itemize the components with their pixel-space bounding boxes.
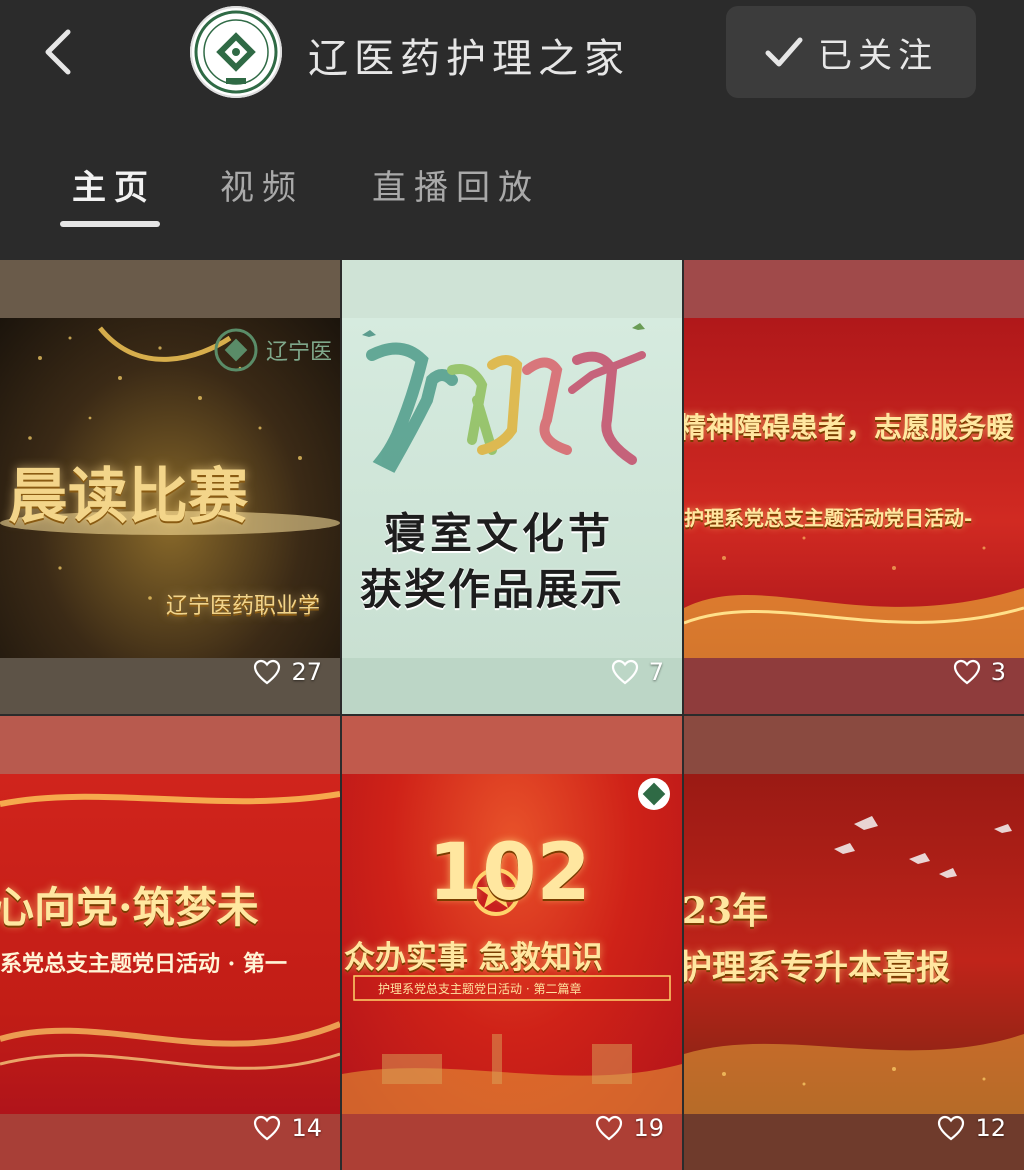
chevron-left-icon (45, 29, 71, 75)
video-tile[interactable]: 102 众办实事 急救知识 护理系党总支主题党日活动 · 第二篇章 19 (342, 716, 682, 1170)
like-count: 19 (595, 1114, 664, 1142)
back-button[interactable] (34, 22, 94, 82)
video-tile[interactable]: 精神障碍患者，志愿服务暖 护理系党总支主题活动党日活动- 3 (684, 260, 1024, 714)
like-count: 27 (253, 658, 322, 686)
poster-subtitle: 获奖作品展示 (360, 565, 625, 614)
heart-icon (254, 659, 281, 685)
like-count-value: 14 (291, 1114, 322, 1142)
poster-title: 护理系专升本喜报 (684, 948, 950, 988)
video-tile[interactable]: 寝室文化节 获奖作品展示 7 (342, 260, 682, 714)
like-count: 14 (253, 1114, 322, 1142)
tab-home[interactable]: 主页 (72, 160, 156, 209)
video-grid: 辽宁医 晨读比赛 辽宁医药职业学 27 寝室文化节 获奖作品展示 7 精神障碍患… (0, 260, 1024, 1170)
heart-icon (938, 1115, 965, 1141)
like-count: 3 (953, 658, 1006, 686)
heart-icon (254, 1115, 281, 1141)
video-tile[interactable]: 23年 护理系专升本喜报 12 (684, 716, 1024, 1170)
poster-subtitle: 系党总支主题党日活动 · 第一 (0, 951, 287, 977)
like-count-value: 27 (291, 658, 322, 686)
account-name: 辽医药护理之家 (308, 36, 630, 82)
poster-year: 23年 (684, 890, 769, 932)
active-tab-indicator (60, 221, 160, 227)
video-tile[interactable]: 辽宁医 晨读比赛 辽宁医药职业学 27 (0, 260, 340, 714)
profile-header: 辽医药护理之家 已关注 (0, 0, 1024, 110)
poster-logo-text: 辽宁医 (266, 340, 333, 365)
poster-title: 精神障碍患者，志愿服务暖 (684, 411, 1015, 444)
tab-videos[interactable]: 视频 (220, 160, 304, 209)
tab-bar: 主页 视频 直播回放 (0, 150, 1024, 240)
tab-live-replay[interactable]: 直播回放 (372, 160, 540, 209)
poster-title: 寝室文化节 (384, 509, 615, 558)
follow-label: 已关注 (818, 35, 938, 76)
follow-button[interactable]: 已关注 (726, 6, 976, 98)
poster-subtitle: 辽宁医药职业学 (166, 594, 321, 619)
poster-title: 心向党·筑梦未 (0, 883, 259, 932)
account-avatar[interactable] (190, 6, 282, 98)
poster-number: 102 (428, 828, 591, 918)
like-count-value: 3 (990, 658, 1006, 686)
check-icon (765, 37, 803, 67)
poster-title: 晨读比赛 (8, 462, 248, 532)
poster-subtitle: 护理系党总支主题党日活动 · 第二篇章 (378, 982, 582, 996)
like-count-value: 19 (633, 1114, 664, 1142)
heart-icon (953, 659, 980, 685)
heart-icon (596, 1115, 623, 1141)
poster-subtitle: 护理系党总支主题活动党日活动- (684, 506, 973, 530)
video-tile[interactable]: 心向党·筑梦未 系党总支主题党日活动 · 第一 14 (0, 716, 340, 1170)
heart-icon (611, 659, 638, 685)
poster-title: 众办实事 急救知识 (344, 940, 603, 976)
like-count-value: 7 (648, 658, 664, 686)
like-count-value: 12 (975, 1114, 1006, 1142)
like-count: 12 (937, 1114, 1006, 1142)
like-count: 7 (611, 658, 664, 686)
